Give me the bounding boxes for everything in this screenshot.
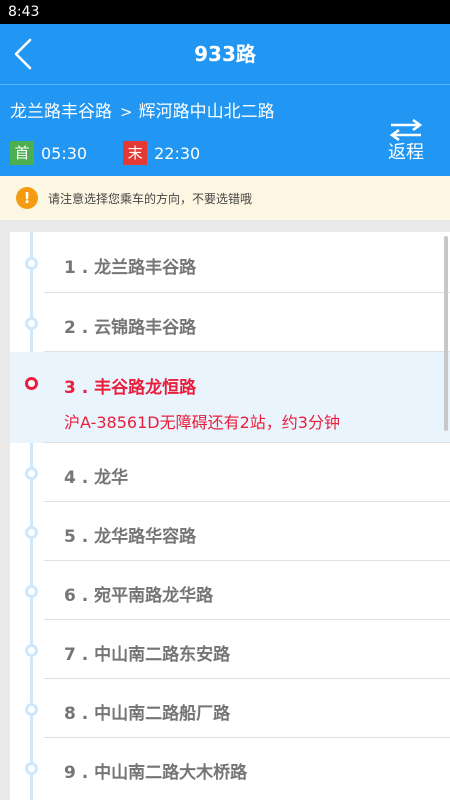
- stop-dot: [25, 317, 38, 330]
- last-bus-badge: 末: [123, 141, 148, 165]
- scrollbar[interactable]: [444, 236, 448, 431]
- bus-arrival-info: 沪A-38561D无障碍还有2站，约3分钟: [64, 413, 340, 432]
- stop-item-current[interactable]: 3 . 丰谷路龙恒路 沪A-38561D无障碍还有2站，约3分钟: [10, 352, 450, 443]
- status-bar: 8:43: [0, 0, 450, 24]
- service-hours: 首 05:30 末 22:30: [10, 141, 200, 165]
- stop-dot: [25, 257, 38, 270]
- stop-item[interactable]: 1 . 龙兰路丰谷路: [10, 232, 450, 293]
- stop-name: 9 . 中山南二路大木桥路: [64, 763, 248, 783]
- route-direction: 龙兰路丰谷路 > 辉河路中山北二路: [10, 97, 275, 122]
- stop-dot: [25, 526, 38, 539]
- stop-name: 2 . 云锦路丰谷路: [64, 318, 197, 338]
- route-origin: 龙兰路丰谷路: [10, 102, 112, 122]
- app-bar: 933路: [0, 24, 450, 84]
- stop-name: 5 . 龙华路华容路: [64, 527, 197, 547]
- stop-item[interactable]: 8 . 中山南二路船厂路: [10, 679, 450, 738]
- return-trip-label: 返程: [388, 142, 424, 163]
- stop-name: 3 . 丰谷路龙恒路: [64, 378, 197, 398]
- return-trip-button[interactable]: 返程: [382, 119, 430, 169]
- stop-item[interactable]: 4 . 龙华: [10, 443, 450, 502]
- swap-arrows-icon: [389, 119, 423, 141]
- route-arrow: >: [120, 103, 133, 121]
- stop-dot: [25, 762, 38, 775]
- stop-name: 7 . 中山南二路东安路: [64, 645, 231, 665]
- stop-dot: [25, 467, 38, 480]
- stop-item[interactable]: 6 . 宛平南路龙华路: [10, 561, 450, 620]
- stop-name: 4 . 龙华: [64, 468, 129, 488]
- route-destination: 辉河路中山北二路: [138, 102, 275, 122]
- first-bus-time: 05:30: [41, 143, 88, 163]
- stop-name: 6 . 宛平南路龙华路: [64, 586, 214, 606]
- status-time: 8:43: [8, 4, 40, 20]
- current-stop-dot: [25, 377, 38, 390]
- stop-item[interactable]: 5 . 龙华路华容路: [10, 502, 450, 561]
- route-panel: 龙兰路丰谷路 > 辉河路中山北二路 首 05:30 末 22:30 返程: [0, 84, 450, 176]
- stop-item[interactable]: 7 . 中山南二路东安路: [10, 620, 450, 679]
- page-title: 933路: [194, 42, 256, 66]
- notice-text: 请注意选择您乘车的方向，不要选错哦: [48, 191, 253, 206]
- stop-dot: [25, 644, 38, 657]
- stop-dot: [25, 703, 38, 716]
- stop-name: 8 . 中山南二路船厂路: [64, 704, 231, 724]
- exclamation-icon: !: [16, 187, 38, 209]
- stop-list[interactable]: 1 . 龙兰路丰谷路 2 . 云锦路丰谷路 3 . 丰谷路龙恒路 沪A-3856…: [10, 232, 450, 800]
- stop-dot: [25, 585, 38, 598]
- stop-name: 1 . 龙兰路丰谷路: [64, 258, 197, 278]
- stop-item[interactable]: 2 . 云锦路丰谷路: [10, 293, 450, 352]
- stop-item[interactable]: 9 . 中山南二路大木桥路: [10, 738, 450, 800]
- direction-notice: ! 请注意选择您乘车的方向，不要选错哦: [0, 176, 450, 220]
- last-bus-time: 22:30: [154, 143, 201, 163]
- first-bus-badge: 首: [10, 141, 34, 165]
